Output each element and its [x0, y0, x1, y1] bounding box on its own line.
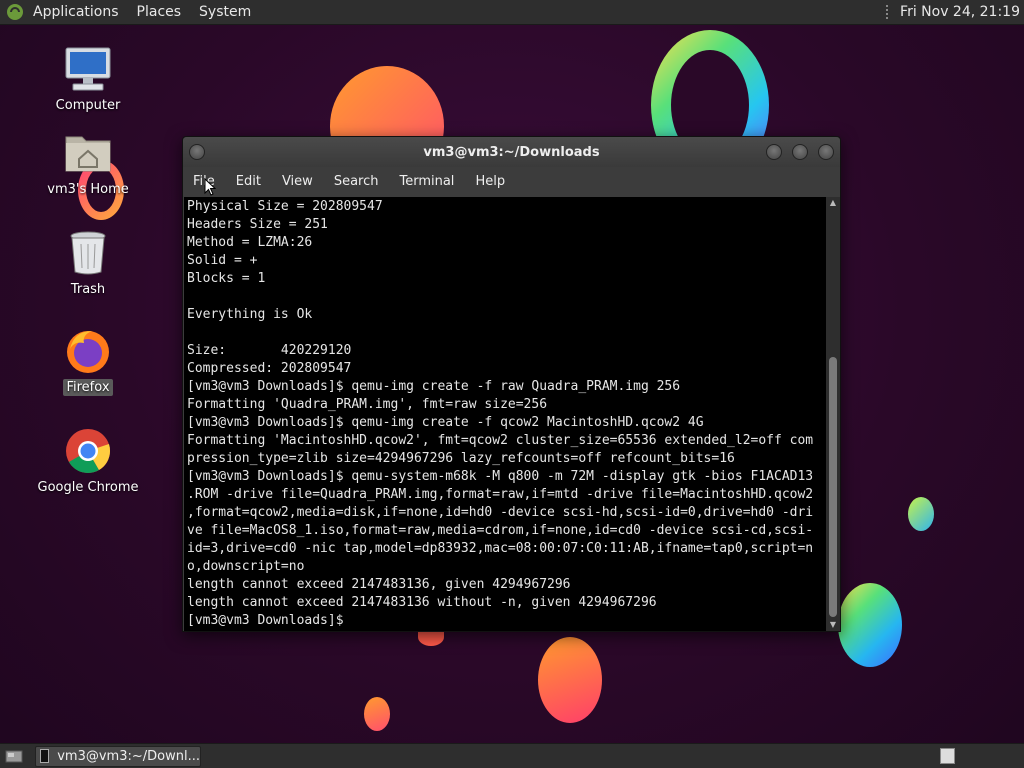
terminal-line: Method = LZMA:26 — [187, 235, 313, 250]
mouse-pointer-icon — [204, 177, 217, 196]
clock[interactable]: Fri Nov 24, 21:19 — [900, 4, 1020, 20]
terminal-output[interactable]: Physical Size = 202809547 Headers Size = … — [184, 197, 827, 631]
terminal-line: Formatting 'Quadra_PRAM.img', fmt=raw si… — [187, 397, 548, 412]
desktop-icon-home[interactable]: vm3's Home — [18, 128, 158, 197]
terminal-line: [vm3@vm3 Downloads]$ qemu-system-m68k -M… — [187, 469, 814, 484]
window-titlebar[interactable]: vm3@vm3:~/Downloads — [183, 137, 840, 167]
show-desktop-icon[interactable] — [3, 746, 25, 766]
maximize-button[interactable] — [792, 144, 808, 160]
menu-search[interactable]: Search — [334, 174, 379, 189]
wallpaper-small-green-blob — [908, 497, 934, 531]
menu-help[interactable]: Help — [475, 174, 505, 189]
trash-icon — [63, 228, 113, 278]
desktop-icon-chrome[interactable]: Google Chrome — [18, 426, 158, 495]
desktop-icon-firefox[interactable]: Firefox — [18, 326, 158, 396]
terminal-line: [vm3@vm3 Downloads]$ — [187, 613, 352, 628]
applications-menu[interactable]: Applications — [33, 4, 119, 20]
terminal-line: length cannot exceed 2147483136, given 4… — [187, 577, 571, 592]
desktop-icon-label: Trash — [70, 282, 106, 297]
terminal-line: Physical Size = 202809547 — [187, 199, 383, 214]
system-menu[interactable]: System — [199, 4, 251, 20]
terminal-line: Size: 420229120 — [187, 343, 352, 358]
taskbar-button-label: vm3@vm3:~/Downl... — [57, 748, 200, 764]
scroll-down-icon[interactable]: ▼ — [826, 619, 840, 631]
terminal-line: ve file=MacOS8_1.iso,format=raw,media=cd… — [187, 523, 814, 538]
terminal-line: pression_type=zlib size=4294967296 lazy_… — [187, 451, 735, 466]
wallpaper-small-orange-blob — [364, 697, 390, 731]
terminal-line: Everything is Ok — [187, 307, 313, 322]
firefox-icon — [63, 326, 113, 376]
terminal-line: [vm3@vm3 Downloads]$ qemu-img create -f … — [187, 415, 704, 430]
terminal-line: o,downscript=no — [187, 559, 305, 574]
terminal-line: Formatting 'MacintoshHD.qcow2', fmt=qcow… — [187, 433, 814, 448]
window-title: vm3@vm3:~/Downloads — [423, 144, 600, 160]
computer-icon — [63, 44, 113, 94]
menu-view[interactable]: View — [282, 174, 313, 189]
desktop-icon-computer[interactable]: Computer — [18, 44, 158, 113]
desktop-icon-label: vm3's Home — [47, 182, 129, 197]
wallpaper-orange-blob-bottom — [538, 637, 602, 723]
places-menu[interactable]: Places — [137, 4, 182, 20]
terminal-line: id=3,drive=cd0 -nic tap,model=dp83932,ma… — [187, 541, 814, 556]
terminal-text: Physical Size = 202809547 Headers Size = … — [184, 197, 827, 631]
menu-terminal[interactable]: Terminal — [399, 174, 454, 189]
wallpaper-rainbow-blob — [838, 583, 902, 667]
bottom-panel: vm3@vm3:~/Downl... — [0, 743, 1024, 768]
terminal-line: ,format=qcow2,media=disk,if=none,id=hd0 … — [187, 505, 814, 520]
close-button[interactable] — [818, 144, 834, 160]
desktop-icon-trash[interactable]: Trash — [18, 228, 158, 297]
workspace-switcher[interactable] — [940, 748, 955, 764]
taskbar-button-terminal[interactable]: vm3@vm3:~/Downl... — [35, 745, 201, 767]
terminal-line: Compressed: 202809547 — [187, 361, 352, 376]
terminal-line: Solid = + — [187, 253, 258, 268]
home-folder-icon — [63, 128, 113, 178]
terminal-line: Headers Size = 251 — [187, 217, 328, 232]
scroll-up-icon[interactable]: ▲ — [826, 197, 840, 209]
terminal-line: length cannot exceed 2147483136 without … — [187, 595, 657, 610]
mate-logo-icon[interactable] — [5, 2, 25, 22]
terminal-window[interactable]: vm3@vm3:~/Downloads File Edit View Searc… — [182, 136, 841, 632]
desktop-icon-label: Google Chrome — [37, 480, 139, 495]
terminal-line: Blocks = 1 — [187, 271, 266, 286]
terminal-line: [vm3@vm3 Downloads]$ qemu-img create -f … — [187, 379, 681, 394]
chrome-icon — [63, 426, 113, 476]
window-menu-icon[interactable] — [189, 144, 205, 160]
terminal-menubar: File Edit View Search Terminal Help — [183, 167, 840, 195]
terminal-scrollbar[interactable]: ▲ ▼ — [826, 197, 840, 631]
top-panel: Applications Places System Fri Nov 24, 2… — [0, 0, 1024, 25]
menu-edit[interactable]: Edit — [236, 174, 261, 189]
panel-handle — [886, 5, 892, 19]
terminal-icon — [40, 749, 50, 763]
desktop-icon-label: Firefox — [63, 379, 113, 396]
scroll-thumb[interactable] — [829, 357, 837, 617]
desktop-icon-label: Computer — [55, 98, 121, 113]
terminal-line: .ROM -drive file=Quadra_PRAM.img,format=… — [187, 487, 814, 502]
minimize-button[interactable] — [766, 144, 782, 160]
